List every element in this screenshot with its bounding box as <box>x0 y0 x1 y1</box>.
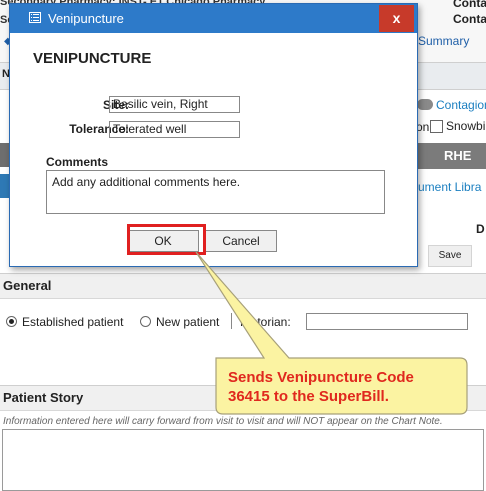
established-patient-label: Established patient <box>22 315 124 329</box>
contagion-toggle[interactable] <box>417 99 433 110</box>
snowbird-checkbox[interactable] <box>430 120 443 133</box>
snowbird-label: Snowbi <box>446 119 486 133</box>
historian-input[interactable] <box>306 313 468 330</box>
tolerance-input[interactable]: Tolerated well <box>109 121 240 138</box>
site-input[interactable]: Basilic vein, Right <box>109 96 240 113</box>
callout-line: 36415 to the SuperBill. <box>228 388 389 405</box>
historian-label: Historian: <box>240 315 291 329</box>
contagion-label: Contagion <box>436 98 486 112</box>
contact-label: Conta <box>453 12 486 26</box>
callout-text: Sends Venipuncture Code 36415 to the Sup… <box>228 368 458 406</box>
comments-label: Comments <box>46 155 109 169</box>
option-label: on <box>416 120 430 134</box>
general-heading: General <box>3 278 52 293</box>
comments-textarea[interactable]: Add any additional comments here. <box>46 170 385 214</box>
list-icon <box>29 12 41 23</box>
close-button[interactable]: x <box>379 5 414 32</box>
patient-story-textarea[interactable] <box>2 429 484 491</box>
dialog-heading: VENIPUNCTURE <box>33 50 152 67</box>
general-section-header: General <box>0 273 486 299</box>
new-patient-radio[interactable] <box>140 316 151 327</box>
divider <box>231 313 232 329</box>
ok-highlight-box <box>127 224 206 255</box>
save-button[interactable]: Save <box>428 245 472 267</box>
established-patient-radio[interactable] <box>6 316 17 327</box>
venipuncture-dialog: Venipuncture x VENIPUNCTURE Site: Basili… <box>9 3 418 267</box>
dialog-titlebar[interactable]: Venipuncture x <box>10 4 417 33</box>
cancel-button[interactable]: Cancel <box>205 230 277 252</box>
document-library-link[interactable]: cument Libra <box>412 180 481 194</box>
new-patient-label: New patient <box>156 315 220 329</box>
field-label: D <box>476 222 485 236</box>
rhe-summary-tab[interactable]: RHE Su <box>418 143 486 189</box>
contact-label: Conta <box>453 0 486 10</box>
dialog-title: Venipuncture <box>48 11 124 26</box>
patient-story-heading: Patient Story <box>3 390 84 405</box>
summary-link[interactable]: Summary <box>418 34 469 48</box>
callout-line: Sends Venipuncture Code <box>228 369 414 386</box>
patient-story-note: Information entered here will carry forw… <box>3 416 443 427</box>
